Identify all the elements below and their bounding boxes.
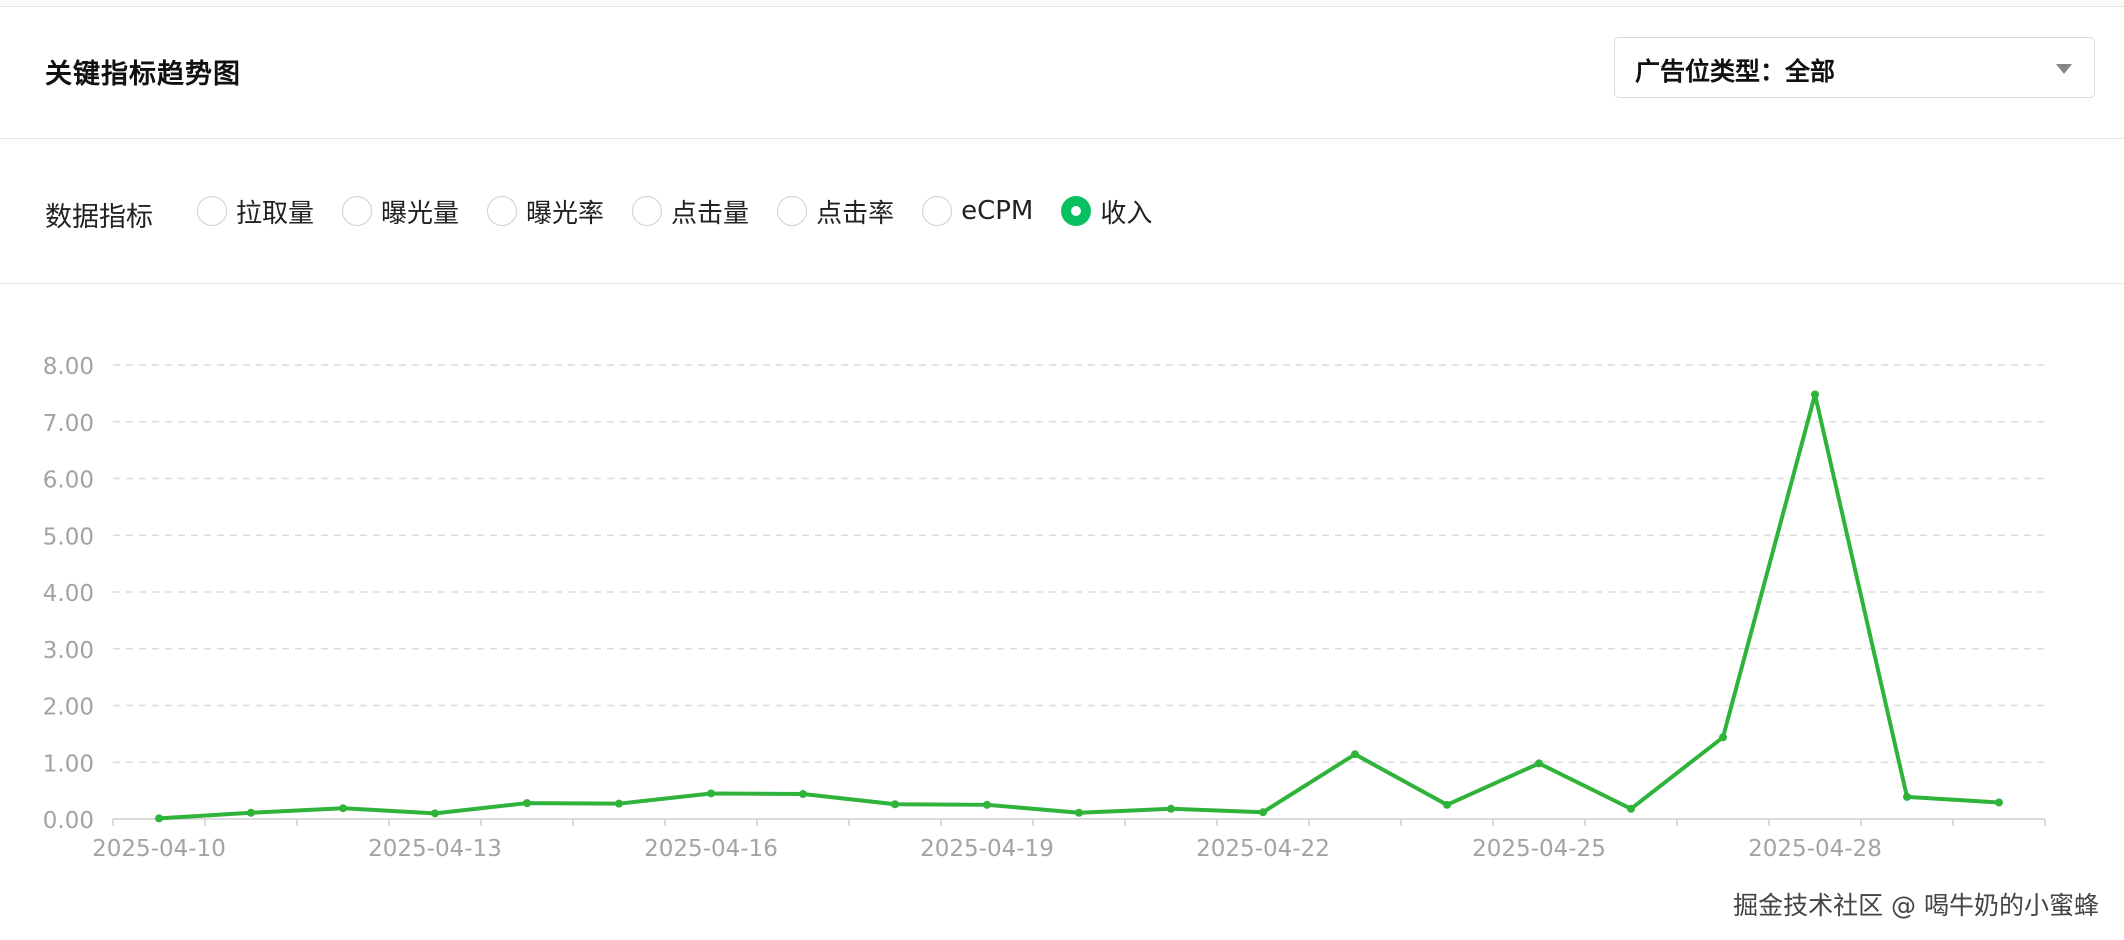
data-point: [523, 799, 531, 808]
data-point: [1995, 798, 2003, 807]
metric-radio-2[interactable]: 曝光率: [487, 193, 604, 230]
x-tick-label: 2025-04-16: [644, 836, 778, 862]
radio-circle-icon[interactable]: [1061, 196, 1092, 226]
radio-circle-icon[interactable]: [487, 196, 518, 226]
data-point: [247, 808, 255, 817]
metric-radio-label: 收入: [1100, 198, 1153, 229]
caret-down-icon[interactable]: [2056, 64, 2072, 74]
chart-header: 关键指标趋势图 广告位类型：全部: [0, 6, 2124, 139]
y-tick-label: 2.00: [43, 695, 94, 721]
x-tick-label: 2025-04-22: [1196, 836, 1330, 862]
y-tick-label: 4.00: [43, 581, 94, 607]
radio-circle-icon[interactable]: [632, 196, 663, 226]
x-tick-label: 2025-04-19: [920, 836, 1054, 862]
metric-radio-0[interactable]: 拉取量: [197, 193, 314, 230]
y-tick-label: 8.00: [43, 354, 94, 380]
ad-type-select-value: 广告位类型：全部: [1635, 57, 1836, 86]
y-tick-label: 7.00: [43, 411, 94, 437]
metric-radio-label: 曝光量: [381, 198, 460, 229]
metric-radio-6[interactable]: 收入: [1061, 193, 1152, 230]
data-point: [1811, 390, 1819, 399]
data-point: [431, 809, 439, 818]
y-tick-label: 5.00: [43, 524, 94, 550]
metric-radio-label: eCPM: [961, 196, 1034, 226]
radio-circle-icon[interactable]: [777, 196, 808, 226]
data-point: [1075, 808, 1083, 817]
metric-radio-3[interactable]: 点击量: [632, 193, 749, 230]
y-tick-label: 6.00: [43, 468, 94, 494]
page-title: 关键指标趋势图: [45, 59, 241, 90]
data-point: [1627, 804, 1635, 813]
y-tick-label: 3.00: [43, 638, 94, 664]
x-tick-label: 2025-04-25: [1472, 836, 1606, 862]
metrics-label: 数据指标: [45, 202, 153, 233]
data-point: [1351, 750, 1359, 759]
y-tick-label: 0.00: [43, 808, 94, 834]
data-point: [1535, 759, 1543, 768]
metrics-bar: 数据指标 拉取量 曝光量 曝光率 点击量 点击率 eCPM 收入: [0, 139, 2124, 284]
y-tick-label: 1.00: [43, 751, 94, 777]
x-tick-label: 2025-04-10: [92, 836, 226, 862]
radio-circle-icon[interactable]: [922, 196, 953, 226]
data-point: [891, 800, 899, 809]
data-point: [1903, 792, 1911, 801]
data-point: [615, 799, 623, 808]
data-point: [1443, 800, 1451, 809]
watermark: 掘金技术社区 @ 喝牛奶的小蜜蜂: [1733, 891, 2099, 920]
data-point: [1167, 804, 1175, 813]
data-point: [707, 789, 715, 798]
metric-radio-label: 点击率: [816, 198, 895, 229]
metric-radio-group: 拉取量 曝光量 曝光率 点击量 点击率 eCPM 收入: [197, 193, 1180, 229]
metric-radio-1[interactable]: 曝光量: [342, 193, 459, 230]
ad-type-select[interactable]: 广告位类型：全部: [1614, 37, 2095, 98]
metric-radio-label: 拉取量: [236, 198, 315, 229]
x-tick-label: 2025-04-28: [1748, 836, 1882, 862]
data-point: [339, 804, 347, 813]
data-point: [1719, 733, 1727, 742]
radio-circle-icon[interactable]: [197, 196, 227, 226]
metric-radio-label: 点击量: [671, 198, 750, 229]
metric-radio-label: 曝光率: [526, 198, 605, 229]
series-line: [158, 392, 2000, 821]
data-point: [799, 790, 807, 799]
data-point: [155, 814, 163, 823]
line-chart: 0.00 1.00 2.00 3.00 4.00 5.00 6.00 7.00 8.00 2025…: [43, 354, 2046, 862]
data-point: [1259, 808, 1267, 817]
metric-radio-4[interactable]: 点击率: [777, 193, 894, 230]
radio-circle-icon[interactable]: [342, 196, 373, 226]
metric-radio-5[interactable]: eCPM: [922, 196, 1033, 226]
x-tick-label: 2025-04-13: [368, 836, 502, 862]
data-point: [983, 800, 991, 809]
